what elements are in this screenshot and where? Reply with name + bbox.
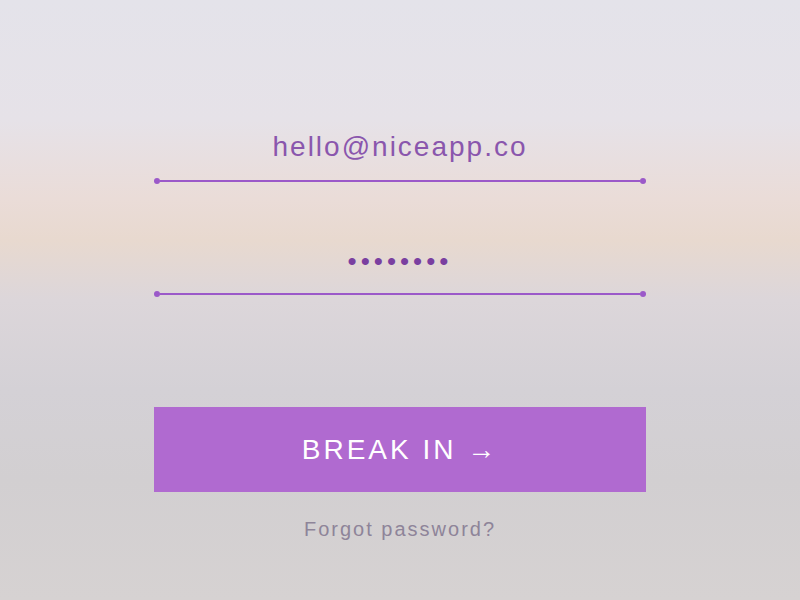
email-field[interactable]: hello@niceapp.co xyxy=(154,127,646,184)
background-photo: hello@niceapp.co •••••••• BREAK IN → Forgot… xyxy=(0,0,800,600)
break-in-button[interactable]: BREAK IN → xyxy=(154,407,646,492)
email-underline xyxy=(154,178,646,184)
login-form: hello@niceapp.co •••••••• BREAK IN → Forgot… xyxy=(154,0,646,600)
email-value[interactable]: hello@niceapp.co xyxy=(154,127,646,167)
forgot-password-link[interactable]: Forgot password? xyxy=(154,514,646,544)
password-value[interactable]: •••••••• xyxy=(154,241,646,281)
password-field[interactable]: •••••••• xyxy=(154,241,646,297)
password-underline xyxy=(154,291,646,297)
